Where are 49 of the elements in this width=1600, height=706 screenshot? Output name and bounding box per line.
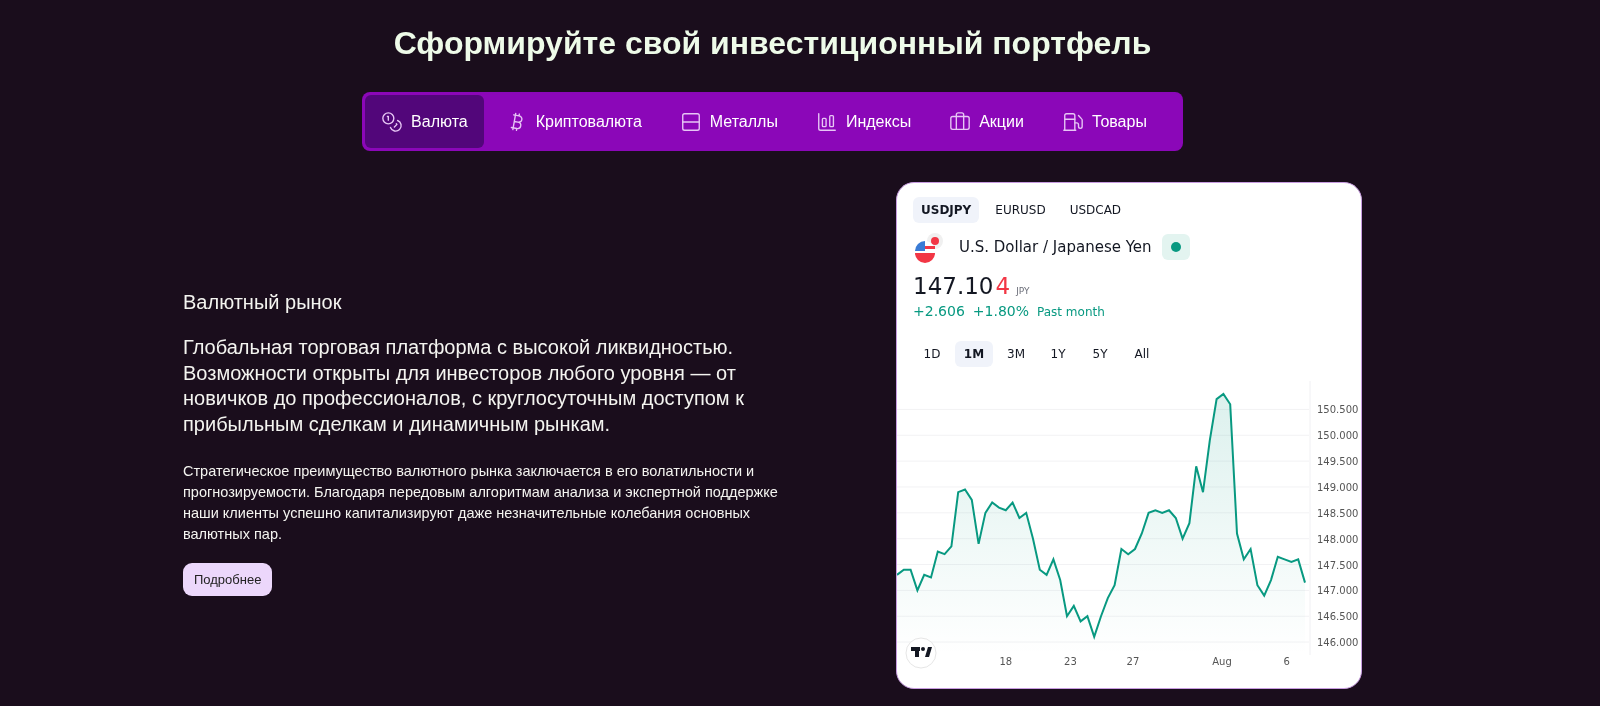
axis-label: 147.000 [1317,585,1359,597]
range-tab[interactable]: 5Y [1081,341,1119,367]
axis-label: 150.500 [1317,404,1359,416]
axis-label: 148.500 [1317,507,1359,519]
axis-label: 149.500 [1317,456,1359,468]
body-paragraph: Стратегическое преимущество валютного рынка заключается в его волатильности и прогнозируемости. Благодаря передовым алгоритмам анализа и экспертной поддержке наши клиенты успешно капитализируют даже незначительные колебания основных валютных пар. [183,462,779,544]
range-tab[interactable]: 1D [913,341,951,367]
currency: JPY [1016,286,1030,296]
category-tab[interactable]: Металлы [663,95,794,148]
axis-label: 18 [999,656,1013,667]
axis-label: 150.000 [1317,430,1359,442]
coins-icon [381,110,404,133]
percent-change: +1.80% [972,303,1030,319]
symbol-tab[interactable]: USDJPY [913,197,980,223]
axis-label: 6 [1283,656,1290,667]
bar-chart-icon [815,110,838,133]
axis-label: 23 [1064,656,1077,667]
logo-icon[interactable] [905,637,937,669]
symbol-tab[interactable]: USDCAD [1061,197,1130,223]
range-tab[interactable]: 1M [955,341,993,367]
briefcase-icon [949,110,972,133]
change-period: Past month [1037,305,1105,319]
category-tab[interactable]: Криптовалюта [489,95,658,148]
category-tab[interactable]: Индексы [799,95,928,148]
price: 147.10 [913,273,994,299]
more-button[interactable]: Подробнее [183,563,273,596]
axis-label: 149.000 [1317,482,1359,493]
category-tab[interactable]: Валюта [365,95,484,148]
range-tab[interactable]: 1Y [1039,341,1077,367]
price-change: +2.606 [913,303,965,319]
axis-label: 146.500 [1317,611,1359,623]
range-tab[interactable]: 3M [997,341,1035,367]
axis-label: 27 [1126,656,1140,667]
rows-icon [679,110,702,133]
page-title: Сформируйте свой инвестиционный портфель [393,24,1152,63]
symbol-tab[interactable]: EURUSD [987,197,1054,223]
axis-label: 147.500 [1317,559,1359,571]
axis-label: Aug [1212,656,1232,667]
flag-pair-icon [913,231,945,263]
price-last-digit: 4 [995,273,1011,299]
axis-label: 146.000 [1317,637,1359,649]
axis-label: 148.000 [1317,533,1359,545]
symbol-name: U.S. Dollar / Japanese Yen [959,238,1152,256]
lead-paragraph: Глобальная торговая платформа с высокой ликвидностью. Возможности открыты для инвесторов любого уровня — от новичков до профессионалов, с круглосуточным доступом к прибыльным сделкам и динамичным рынкам. [183,335,745,437]
category-tab[interactable]: Акции [933,95,1040,148]
range-tab[interactable]: All [1123,341,1161,367]
section-heading: Валютный рынок [183,290,342,315]
category-tab[interactable]: Товары [1045,95,1163,148]
fuel-pump-icon [1061,110,1084,133]
